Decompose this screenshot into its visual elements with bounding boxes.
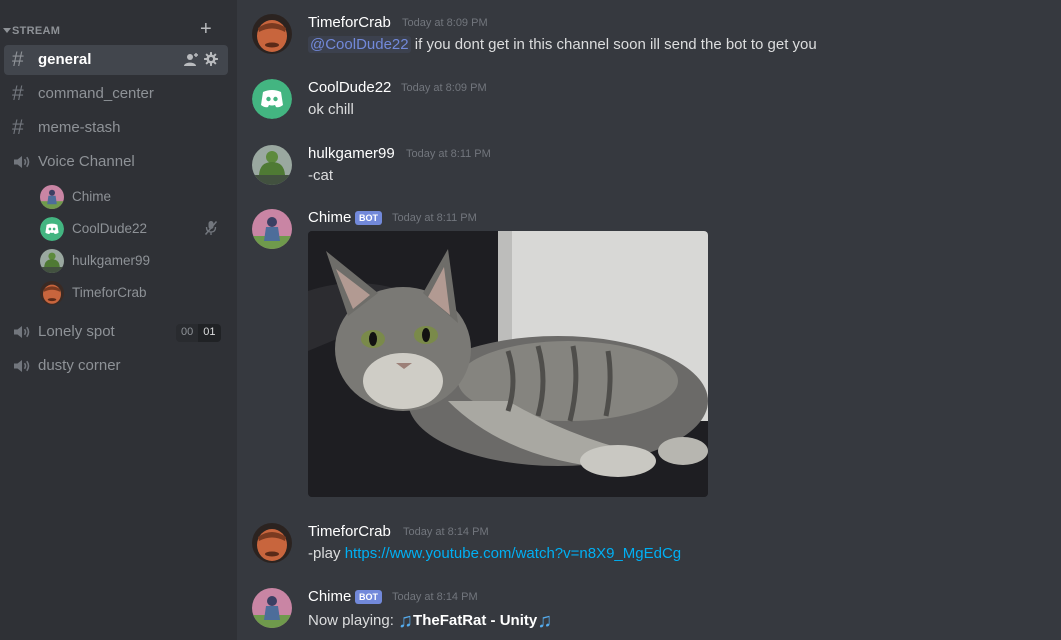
message-timestamp: Today at 8:14 PM [403,526,489,538]
youtube-link[interactable]: https://www.youtube.com/watch?v=n8X9_MgE… [345,545,681,562]
voice-channel-lonely-spot[interactable]: Lonely spot 00 01 [4,317,228,347]
voice-user-hulkgamer99[interactable]: hulkgamer99 [38,246,228,274]
avatar[interactable] [252,79,292,119]
add-user-icon[interactable] [184,52,200,68]
message-author[interactable]: Chime [308,209,351,226]
voice-user-name: hulkgamer99 [72,253,151,268]
message-author[interactable]: TimeforCrab [308,523,391,540]
message-author[interactable]: Chime [308,588,351,605]
user-limit-max: 01 [198,324,221,342]
avatar [40,249,64,273]
channel-name: command_center [38,85,154,102]
channel-command-center[interactable]: # command_center [4,79,228,109]
bot-tag: BOT [355,211,382,225]
message-author[interactable]: CoolDude22 [308,79,391,96]
voice-channel-dusty-corner[interactable]: dusty corner [4,351,228,381]
message-content: Now playing: ♫TheFatRat - Unity♫ [308,610,552,633]
voice-channel[interactable]: Voice Channel [4,147,228,177]
message-text: ok chill [308,101,354,118]
category-label: STREAM [12,25,61,37]
avatar [40,217,64,241]
voice-user-name: TimeforCrab [72,285,147,300]
channel-meme-stash[interactable]: # meme-stash [4,113,228,143]
category-stream[interactable]: STREAM + [0,19,237,42]
voice-user-timeforcrab[interactable]: TimeforCrab [38,278,228,306]
speaker-icon [14,326,30,338]
message-timestamp: Today at 8:11 PM [392,212,477,224]
message-text: -cat [308,167,334,184]
hash-icon: # [12,116,24,139]
user-mention[interactable]: @CoolDude22 [308,36,411,53]
mic-muted-icon [204,221,218,235]
speaker-icon [14,360,30,372]
channel-name: Voice Channel [38,153,135,170]
channel-general[interactable]: # general [4,45,228,75]
avatar[interactable] [252,14,292,54]
avatar[interactable] [252,523,292,563]
music-note-icon: ♫ [537,610,553,632]
chevron-down-icon[interactable] [3,28,11,33]
channel-name: Lonely spot [38,323,115,340]
message-content: -play https://www.youtube.com/watch?v=n8… [308,545,681,562]
hash-icon: # [12,48,24,71]
message-text: Now playing: [308,612,399,629]
message-text: if you dont get in this channel soon ill… [410,36,817,53]
message-author[interactable]: hulkgamer99 [308,145,395,162]
hash-icon: # [12,82,24,105]
voice-user-name: Chime [72,189,112,204]
avatar[interactable] [252,588,292,628]
message-timestamp: Today at 8:09 PM [402,17,488,29]
cat-image-attachment[interactable] [308,231,708,497]
create-channel-plus-icon[interactable]: + [200,19,212,39]
voice-user-cooldude22[interactable]: CoolDude22 [38,214,228,242]
channel-name: general [38,51,92,68]
channel-name: meme-stash [38,119,121,136]
message-timestamp: Today at 8:14 PM [392,591,478,603]
channel-name: dusty corner [38,357,121,374]
user-limit-current: 00 [176,324,199,342]
avatar [40,185,64,209]
message-author[interactable]: TimeforCrab [308,14,391,31]
avatar [40,281,64,305]
voice-user-chime[interactable]: Chime [38,182,228,210]
message-timestamp: Today at 8:09 PM [401,82,487,94]
channel-sidebar: STREAM + # general # command_center # me… [0,0,237,640]
bot-tag: BOT [355,590,382,604]
speaker-icon [14,156,30,168]
message-timestamp: Today at 8:11 PM [406,148,491,160]
voice-user-name: CoolDude22 [72,221,148,236]
avatar[interactable] [252,209,292,249]
avatar[interactable] [252,145,292,185]
message-text: -play [308,545,345,562]
song-title: TheFatRat - Unity [413,612,538,629]
gear-icon[interactable] [204,52,218,66]
user-limit-badge: 00 01 [176,324,221,342]
chat-area: TimeforCrab Today at 8:09 PM @CoolDude22… [237,0,1061,640]
music-note-icon: ♫ [398,610,414,632]
message-content: @CoolDude22 if you dont get in this chan… [308,36,817,53]
